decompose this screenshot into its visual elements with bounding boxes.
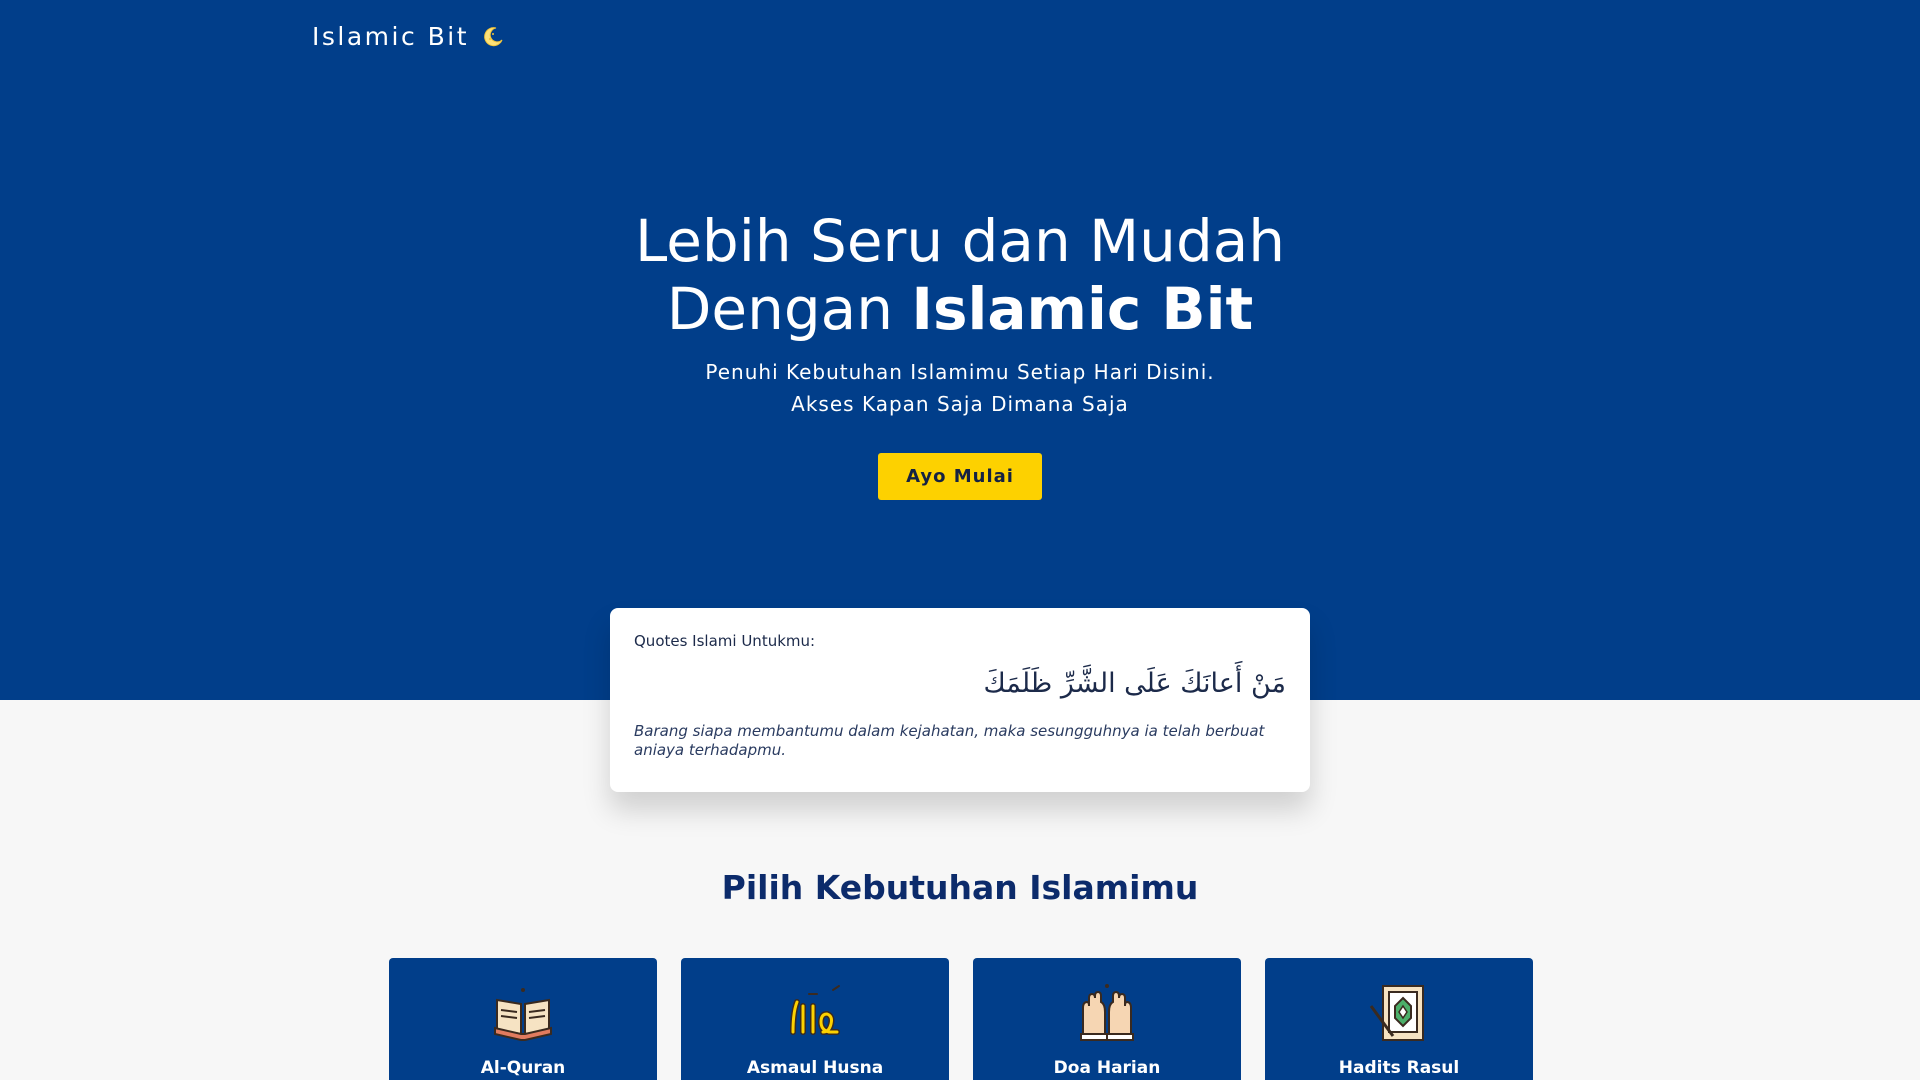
card-al-quran[interactable]: Al-Quran (389, 958, 657, 1080)
card-label-al-quran: Al-Quran (480, 1058, 566, 1078)
crescent-moon-icon (484, 26, 503, 46)
hero-title: Lebih Seru dan Mudah Dengan Islamic Bit (0, 207, 1920, 343)
quote-card: Quotes Islami Untukmu: مَنْ أَعانَكَ عَل… (610, 608, 1310, 792)
allah-calligraphy-icon (790, 985, 840, 1035)
ayo-mulai-button[interactable]: Ayo Mulai (878, 453, 1042, 500)
praying-hands-icon (1080, 984, 1134, 1041)
quran-book-icon (494, 988, 552, 1041)
quote-label: Quotes Islami Untukmu: (634, 632, 816, 650)
feature-cards: Al-Quran Asmaul Husna Doa Harian Hadits … (389, 958, 1533, 1080)
hero-section: Islamic Bit Lebih Seru dan Mudah Dengan … (0, 0, 1920, 700)
quote-arabic-text: مَنْ أَعانَكَ عَلَى الشَّرِّ ظَلَمَكَ (983, 668, 1286, 699)
quote-translation: Barang siapa membantumu dalam kejahatan,… (634, 722, 1265, 759)
brand-logo[interactable]: Islamic Bit (312, 22, 469, 51)
navbar: Islamic Bit (312, 22, 505, 51)
card-label-asmaul-husna: Asmaul Husna (746, 1058, 884, 1078)
section-title: Pilih Kebutuhan Islamimu (721, 868, 1199, 907)
card-asmaul-husna[interactable]: Asmaul Husna (681, 958, 949, 1080)
hero-subtitle: Penuhi Kebutuhan Islamimu Setiap Hari Di… (0, 356, 1920, 420)
hero-subtitle-line1: Penuhi Kebutuhan Islamimu Setiap Hari Di… (705, 360, 1215, 384)
card-hadits-rasul[interactable]: Hadits Rasul (1265, 958, 1533, 1080)
hero-title-line1: Lebih Seru dan Mudah (634, 207, 1286, 275)
hero-title-line2-prefix: Dengan (666, 275, 912, 343)
card-label-hadits-rasul: Hadits Rasul (1338, 1058, 1460, 1078)
hero-subtitle-line2: Akses Kapan Saja Dimana Saja (791, 392, 1129, 416)
card-doa-harian[interactable]: Doa Harian (973, 958, 1241, 1080)
hero-title-brand: Islamic Bit (911, 275, 1254, 343)
hadith-book-icon (1369, 985, 1424, 1041)
card-label-doa-harian: Doa Harian (1053, 1058, 1161, 1078)
